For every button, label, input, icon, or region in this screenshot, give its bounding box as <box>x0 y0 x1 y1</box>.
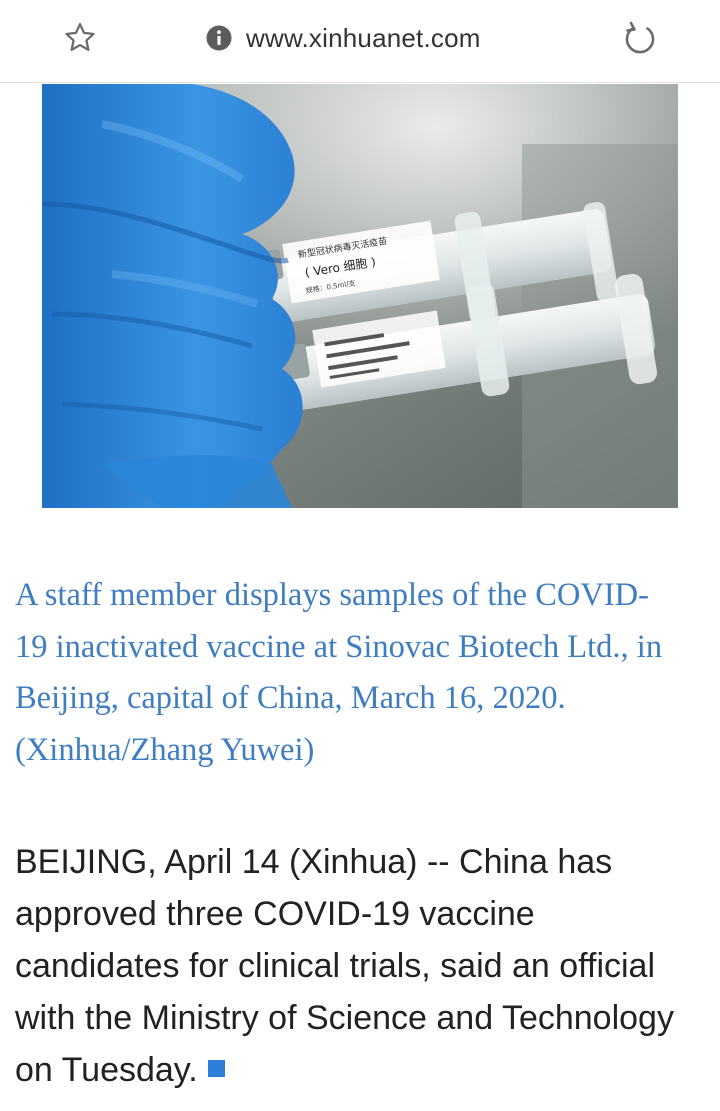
url-text: www.xinhuanet.com <box>246 22 481 53</box>
bookmark-button[interactable] <box>60 18 100 58</box>
reload-icon <box>625 21 655 54</box>
gloved-hands <box>42 84 303 508</box>
article-photo: 新型冠状病毒灭活疫苗 ( Vero 细胞 ) 规格：0.5ml/支 <box>42 84 678 508</box>
star-icon <box>65 23 95 51</box>
info-icon[interactable] <box>206 25 232 51</box>
address-bar[interactable]: www.xinhuanet.com <box>206 20 481 56</box>
article-body-text: BEIJING, April 14 (Xinhua) -- China has … <box>15 843 674 1089</box>
end-square-icon <box>207 1060 225 1077</box>
image-caption: A staff member displays samples of the C… <box>15 577 663 768</box>
article-body: BEIJING, April 14 (Xinhua) -- China has … <box>15 836 695 1096</box>
browser-toolbar: www.xinhuanet.com <box>0 0 720 83</box>
reload-button[interactable] <box>618 16 662 60</box>
